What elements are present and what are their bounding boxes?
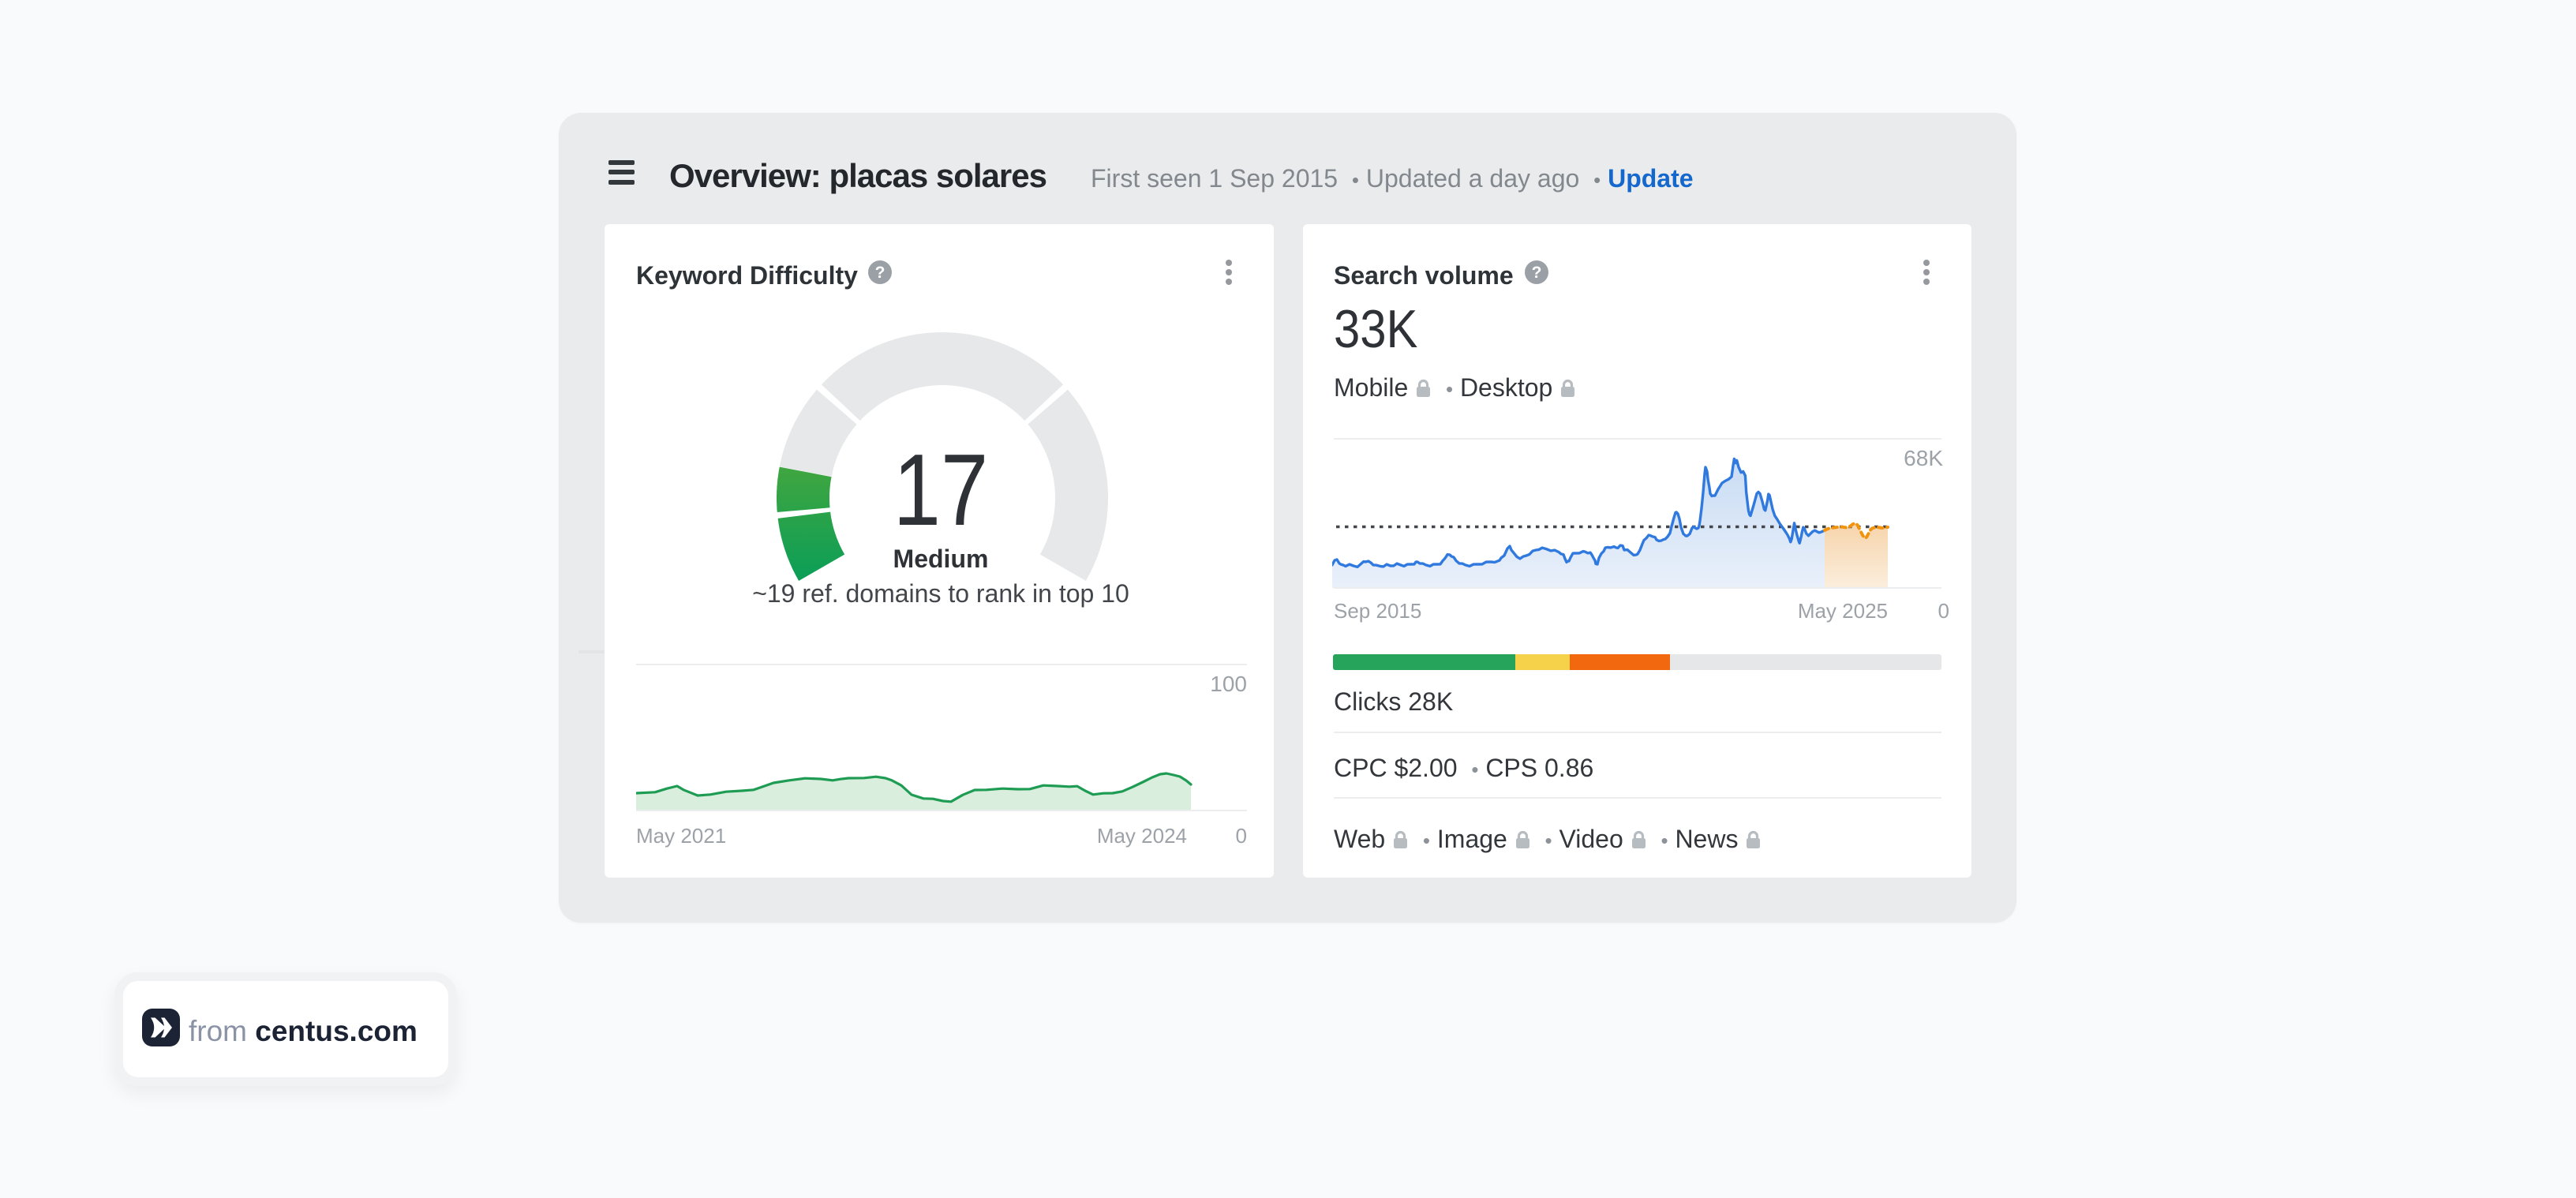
svg-text:?: ?: [875, 264, 886, 282]
svg-text:?: ?: [1532, 264, 1542, 282]
